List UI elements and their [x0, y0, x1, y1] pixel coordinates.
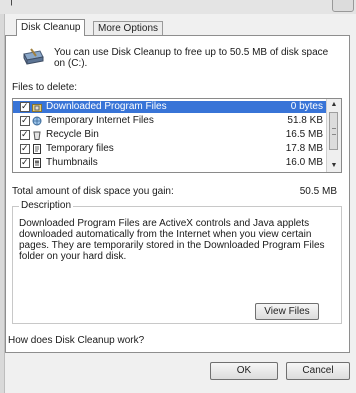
file-name: Downloaded Program Files: [46, 101, 167, 112]
scroll-down-icon[interactable]: ▼: [327, 160, 341, 172]
file-size: 51.8 KB: [287, 115, 323, 126]
folder-icon: [32, 104, 42, 112]
list-item[interactable]: Downloaded Program Files 0 bytes: [13, 100, 329, 113]
checkbox[interactable]: [20, 142, 30, 154]
checkbox[interactable]: [20, 128, 30, 140]
checkbox[interactable]: [20, 114, 30, 126]
tab-more-options[interactable]: More Options: [93, 21, 164, 36]
checkbox[interactable]: [20, 156, 30, 168]
description-legend: Description: [19, 200, 74, 211]
view-files-button[interactable]: View Files: [255, 303, 319, 320]
files-list[interactable]: Downloaded Program Files 0 bytes Tempora…: [12, 98, 342, 173]
disk-cleanup-panel: You can use Disk Cleanup to free up to 5…: [5, 35, 350, 353]
cancel-button[interactable]: Cancel: [286, 362, 350, 380]
list-item[interactable]: Thumbnails 16.0 MB: [13, 156, 329, 169]
file-name: Thumbnails: [46, 157, 98, 168]
list-item[interactable]: Temporary Internet Files 51.8 KB: [13, 114, 329, 127]
file-size: 16.0 MB: [285, 157, 323, 168]
total-space-value: 50.5 MB: [299, 186, 337, 197]
file-name: Temporary Internet Files: [46, 115, 154, 126]
file-name: Temporary files: [46, 143, 114, 154]
files-to-delete-label: Files to delete:: [12, 82, 78, 93]
scroll-thumb[interactable]: [329, 112, 338, 150]
window-title: |: [10, 0, 13, 6]
files-list-scrollbar[interactable]: ▲ ▼: [326, 99, 341, 172]
disk-cleanup-icon: [23, 48, 44, 65]
ok-button[interactable]: OK: [210, 362, 278, 380]
internet-icon: [32, 116, 42, 126]
tab-disk-cleanup[interactable]: Disk Cleanup: [16, 19, 86, 36]
file-name: Recycle Bin: [46, 129, 99, 140]
file-size: 0 bytes: [290, 101, 323, 112]
document-icon: [33, 144, 41, 154]
checkbox[interactable]: [20, 100, 30, 112]
total-space-label: Total amount of disk space you gain:: [12, 186, 174, 197]
file-size: 16.5 MB: [285, 129, 323, 140]
thumbnail-icon: [33, 158, 41, 168]
how-does-it-work-link[interactable]: How does Disk Cleanup work?: [8, 335, 144, 346]
window-titlebar[interactable]: |: [0, 0, 356, 14]
file-size: 17.8 MB: [285, 143, 323, 154]
description-text: Downloaded Program Files are ActiveX con…: [19, 218, 325, 262]
list-item[interactable]: Recycle Bin 16.5 MB: [13, 128, 329, 141]
scroll-up-icon[interactable]: ▲: [327, 99, 341, 111]
list-item[interactable]: Temporary files 17.8 MB: [13, 142, 329, 155]
intro-text: You can use Disk Cleanup to free up to 5…: [54, 47, 329, 69]
description-group: Description Downloaded Program Files are…: [12, 200, 342, 324]
close-icon[interactable]: [332, 0, 354, 12]
recycle-bin-icon: [33, 131, 41, 140]
